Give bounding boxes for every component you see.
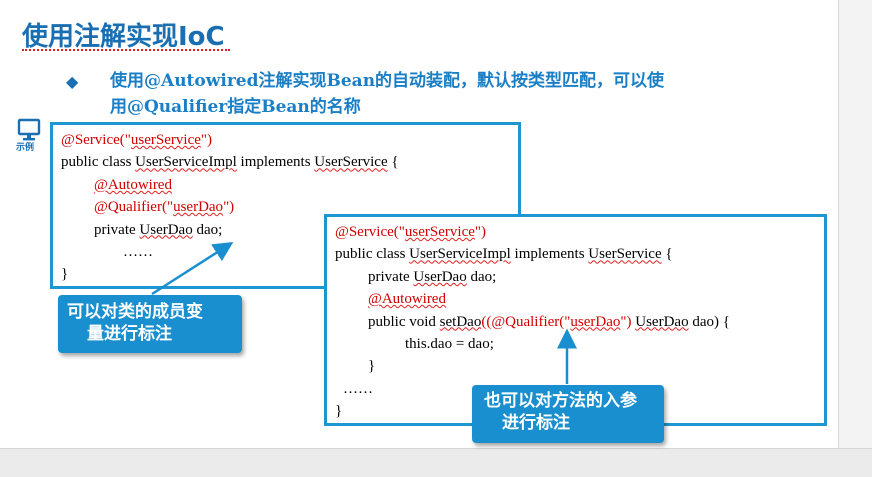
code-line: public class UserServiceImpl implements … [335,246,673,263]
code-line: private UserDao dao; [368,268,497,285]
callout-parameter-annotation: 也可以对方法的入参 进行标注 [472,385,664,443]
bullet-marker: ◆ [66,72,79,91]
bullet-line-2: 用@Qualifier指定Bean的名称 [110,97,361,117]
bullet-text: 使用@Autowired注解实现Bean的自动装配，默认按类型匹配，可以使 用@… [110,68,790,120]
code-line: this.dao = dao; [405,335,494,352]
code-line: @Service("userService") [61,132,213,148]
right-scroll-area[interactable] [838,0,872,448]
callout-field-annotation: 可以对类的成员变 量进行标注 [58,295,242,353]
bullet-line-1: 使用@Autowired注解实现Bean的自动装配，默认按类型匹配，可以使 [110,71,665,91]
spellcheck-underline [22,47,230,51]
example-label: 示例 [16,143,35,153]
code-line: public void setDao((@Qualifier("userDao"… [368,313,730,330]
code-line: @Autowired [94,176,172,193]
code-line: @Autowired [368,291,446,308]
bottom-bar [0,448,872,477]
code-line: public class UserServiceImpl implements … [61,154,399,171]
code-line: @Service("userService") [335,224,487,240]
code-line: } [368,358,376,375]
